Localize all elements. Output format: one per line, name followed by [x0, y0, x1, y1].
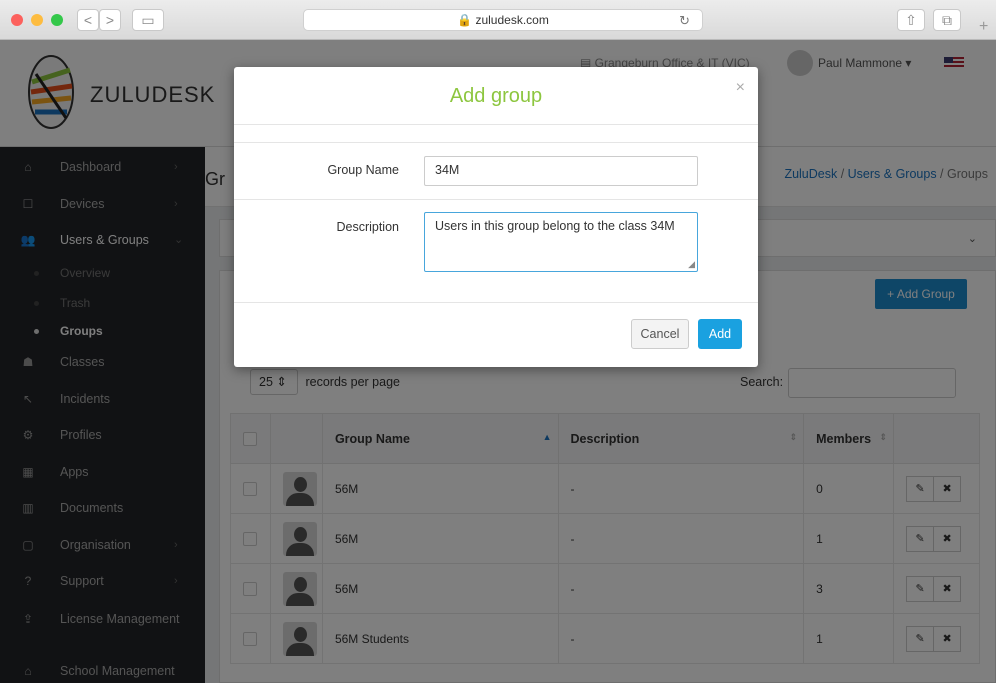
lock-icon: 🔒 — [457, 13, 473, 27]
dialog-title: Add group — [449, 85, 543, 107]
new-tab-icon[interactable]: + — [979, 18, 988, 36]
forward-button[interactable]: > — [99, 9, 121, 31]
add-button[interactable]: Add — [698, 319, 742, 349]
tabs-icon[interactable]: ⧉ — [933, 9, 961, 31]
close-window-button[interactable] — [11, 14, 23, 26]
back-button[interactable]: < — [77, 9, 99, 31]
resize-handle-icon[interactable]: ◢ — [688, 259, 695, 270]
divider — [234, 199, 758, 200]
description-label: Description — [336, 220, 399, 234]
url-text: zuludesk.com — [475, 13, 549, 27]
maximize-window-button[interactable] — [51, 14, 63, 26]
sidebar-toggle-icon[interactable]: ▭ — [132, 9, 164, 31]
group-name-input[interactable]: 34M — [424, 156, 698, 186]
divider — [234, 302, 758, 303]
minimize-window-button[interactable] — [31, 14, 43, 26]
reload-icon[interactable]: ↻ — [679, 10, 690, 31]
description-textarea[interactable]: Users in this group belong to the class … — [424, 212, 698, 272]
add-group-dialog: Add group × Group Name 34M Description U… — [234, 67, 758, 367]
description-text: Users in this group belong to the class … — [435, 219, 675, 233]
close-icon[interactable]: × — [736, 79, 745, 97]
group-name-label: Group Name — [327, 163, 399, 177]
share-icon[interactable]: ⇧ — [897, 9, 925, 31]
divider — [234, 124, 758, 125]
cancel-button[interactable]: Cancel — [631, 319, 689, 349]
divider — [234, 142, 758, 143]
browser-toolbar: < > ▭ 🔒 zuludesk.com ↻ ⇧ ⧉ + — [0, 0, 996, 40]
address-bar[interactable]: 🔒 zuludesk.com ↻ — [303, 9, 703, 31]
